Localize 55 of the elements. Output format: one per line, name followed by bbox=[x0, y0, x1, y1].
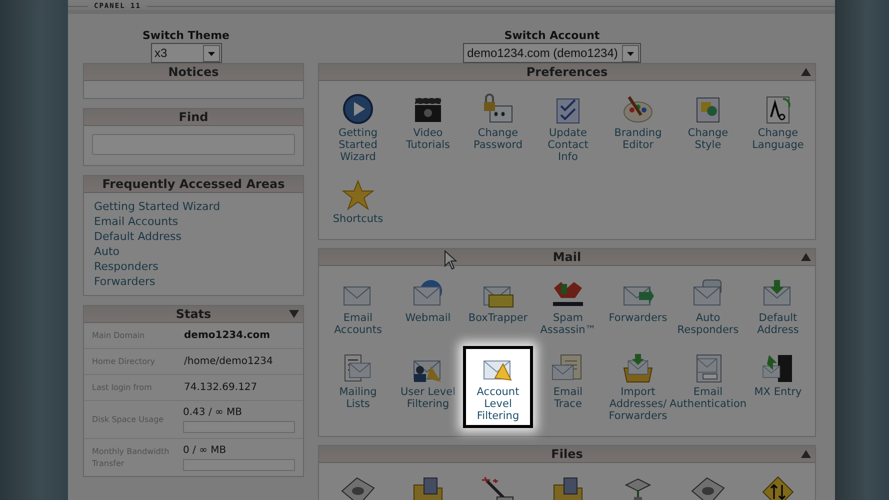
feature-link[interactable]: Email Trace bbox=[533, 346, 603, 428]
stat-value: 74.132.69.127 bbox=[184, 382, 258, 393]
panel-title: Frequently Accessed Areas bbox=[102, 177, 285, 191]
server-icon bbox=[761, 352, 795, 384]
frequent-link[interactable]: Getting Started Wizard bbox=[94, 199, 220, 214]
feature-link[interactable]: Getting Started Wizard bbox=[323, 87, 393, 169]
switch-title: Switch Account bbox=[504, 29, 600, 43]
stat-value: 0.43 / ∞ MB bbox=[183, 406, 243, 418]
frequent-link[interactable]: Auto Responders bbox=[94, 244, 158, 274]
stat-value: 0 / ∞ MB bbox=[183, 444, 228, 456]
find-field[interactable] bbox=[92, 134, 295, 155]
frequent-link[interactable]: Email Accounts bbox=[94, 214, 178, 229]
feature-link[interactable]: Mailing Lists bbox=[323, 346, 393, 428]
feature-link[interactable]: BoxTrapper bbox=[463, 272, 533, 342]
feature-link[interactable]: Account Level Filtering bbox=[463, 346, 533, 428]
stat-value: /home/demo1234 bbox=[184, 356, 273, 367]
expand-arrow-icon[interactable] bbox=[289, 310, 299, 318]
feature-link[interactable]: Change Language bbox=[743, 87, 813, 169]
stat-value: demo1234.com bbox=[184, 330, 270, 341]
feature-link[interactable]: Webmail bbox=[393, 272, 463, 342]
feature-link[interactable]: Update Contact Info bbox=[533, 87, 603, 169]
folder-icon bbox=[551, 475, 585, 500]
star-icon bbox=[341, 179, 375, 211]
feature-link[interactable]: Branding Editor bbox=[603, 87, 673, 169]
feature-link[interactable]: Email Accounts bbox=[323, 272, 393, 342]
section-title: Mail bbox=[552, 250, 582, 264]
feature-link[interactable]: Spam Assassin™ bbox=[533, 272, 603, 342]
import-icon bbox=[621, 352, 655, 384]
feature-link[interactable]: Change Password bbox=[463, 87, 533, 169]
wand-icon bbox=[481, 475, 515, 500]
collapse-arrow-icon[interactable] bbox=[801, 68, 811, 76]
feature-link[interactable]: User Level Filtering bbox=[393, 346, 463, 428]
feature-link[interactable]: Forwarders bbox=[603, 272, 673, 342]
panel-title: Find bbox=[178, 110, 208, 124]
frequent-link[interactable]: Forwarders bbox=[94, 274, 156, 289]
collapse-arrow-icon[interactable] bbox=[801, 253, 811, 261]
feature-link[interactable]: Auto Responders bbox=[673, 272, 743, 342]
feature-link[interactable]: Video Tutorials bbox=[393, 87, 463, 169]
feature-link[interactable]: Change Style bbox=[673, 87, 743, 169]
feature-link[interactable]: Shortcuts bbox=[323, 173, 393, 231]
play-icon bbox=[341, 93, 375, 125]
palette-icon bbox=[621, 93, 655, 125]
switch-title: Switch Theme bbox=[142, 29, 230, 43]
switch-dropdown[interactable]: x3 bbox=[150, 43, 222, 63]
switch-dropdown[interactable]: demo1234.com (demo1234) bbox=[463, 43, 641, 63]
section-title: Preferences bbox=[526, 65, 608, 79]
panel-title: Notices bbox=[168, 65, 219, 79]
section-title: Files bbox=[551, 447, 583, 461]
frequent-link[interactable]: Default Address bbox=[94, 229, 182, 244]
updown-icon bbox=[761, 475, 795, 500]
collapse-arrow-icon[interactable] bbox=[801, 450, 811, 458]
feature-link[interactable]: Default Address bbox=[743, 272, 813, 342]
lock-icon bbox=[481, 93, 515, 125]
folder-icon bbox=[411, 475, 445, 500]
panel-title: Stats bbox=[176, 307, 212, 321]
